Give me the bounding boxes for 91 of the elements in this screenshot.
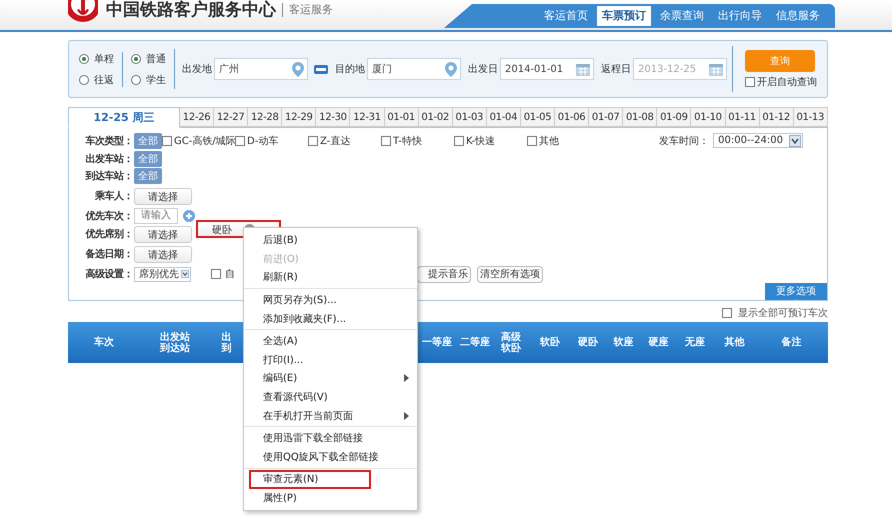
checkbox-label: 自: [225, 268, 235, 282]
field-label: 出发日: [468, 62, 498, 76]
checkbox-label: 其他: [539, 134, 559, 148]
input-field[interactable]: 请输入: [134, 208, 178, 224]
select-button[interactable]: 请选择: [134, 226, 192, 243]
field-label: 目的地: [335, 62, 365, 76]
column-header: 二等座: [460, 337, 490, 348]
column-header: 软座: [614, 337, 634, 348]
column-header: 出 到: [222, 332, 232, 354]
column-header: 车次: [94, 337, 114, 348]
input-field[interactable]: 厦门: [367, 58, 461, 80]
field-label: 返程日: [601, 62, 631, 76]
more-options-button[interactable]: 更多选项: [765, 283, 827, 300]
menu-item[interactable]: 查看源代码(V): [244, 388, 417, 406]
column-header: 一等座: [422, 337, 452, 348]
option-button[interactable]: 提示音乐: [417, 266, 471, 283]
option-button[interactable]: 清空所有选项: [477, 266, 543, 283]
column-header: 高级 软卧: [501, 332, 521, 354]
date-tab[interactable]: 01-12: [760, 107, 794, 127]
field-label: 到达车站：: [84, 169, 133, 184]
nav-tab[interactable]: 出行向导: [713, 6, 767, 26]
chip-label: 硬卧: [212, 224, 232, 238]
radio-label: 普通: [146, 52, 166, 66]
field-label: 发车时间：: [659, 134, 710, 148]
date-tab[interactable]: 12-26: [180, 107, 214, 127]
menu-item[interactable]: 使用QQ旋风下载全部链接: [244, 448, 417, 466]
menu-item[interactable]: 添加到收藏夹(F)...: [244, 309, 417, 328]
date-tab[interactable]: 12-28: [248, 107, 282, 127]
field-label: 出发地: [182, 62, 212, 76]
date-tab[interactable]: 01-09: [657, 107, 692, 127]
checkbox-label: Z-直达: [320, 134, 350, 148]
field-label: 高级设置：: [84, 267, 133, 282]
menu-item[interactable]: 在手机打开当前页面: [244, 406, 417, 425]
date-tab[interactable]: 01-01: [384, 107, 419, 127]
menu-item[interactable]: 网页另存为(S)...: [244, 290, 417, 310]
date-tab[interactable]: 01-08: [623, 107, 658, 127]
date-tab[interactable]: 01-07: [589, 107, 624, 127]
time-select[interactable]: 00:00--24:00: [713, 133, 803, 148]
radio-label: 学生: [146, 74, 166, 86]
site-title: 中国铁路客户服务中心: [106, 0, 276, 20]
field-label: 车次类型：: [84, 134, 133, 148]
field-label: 优先车次：: [84, 209, 133, 223]
select-button[interactable]: 请选择: [134, 188, 192, 205]
field-label: 出发车站：: [84, 152, 133, 166]
date-tab[interactable]: 01-10: [691, 107, 726, 127]
date-tab[interactable]: 12-27: [214, 107, 248, 127]
date-tab[interactable]: 01-06: [555, 107, 590, 127]
field-label: 备选日期：: [84, 248, 133, 262]
nav-tab[interactable]: 信息服务: [771, 6, 825, 26]
date-tab[interactable]: 01-04: [486, 107, 521, 127]
checkbox-label: K-快速: [466, 134, 496, 148]
column-header: 软卧: [540, 337, 560, 348]
column-header: 其他: [724, 337, 744, 348]
checkbox-label: 显示全部可预订车次: [738, 306, 828, 320]
column-header: 硬卧: [578, 337, 598, 348]
priority-select[interactable]: 席别优先: [134, 266, 191, 282]
date-tab[interactable]: 12-30: [316, 107, 350, 127]
select-button[interactable]: 请选择: [134, 246, 192, 263]
nav-tab[interactable]: 余票查询: [655, 6, 709, 26]
checkbox-label: T-特快: [393, 134, 422, 148]
date-tab[interactable]: 12-29: [282, 107, 316, 127]
column-header: 备注: [782, 337, 802, 348]
menu-item[interactable]: 使用迅雷下载全部链接: [244, 428, 417, 448]
date-tab[interactable]: 01-05: [520, 107, 556, 127]
date-tab[interactable]: 12-31: [350, 107, 385, 127]
menu-item[interactable]: 刷新(R): [244, 268, 417, 287]
date-tab[interactable]: 01-11: [726, 107, 760, 127]
checkbox-label: D-动车: [247, 134, 278, 148]
column-header: 无座: [685, 337, 705, 348]
field-label: 乘车人：: [94, 189, 133, 204]
date-tab[interactable]: 01-13: [794, 107, 828, 127]
radio-label: 往返: [94, 74, 114, 86]
nav-tab[interactable]: 客运首页: [539, 6, 593, 26]
column-header: 硬座: [648, 337, 668, 348]
field-label: 优先席别：: [84, 227, 133, 242]
input-field[interactable]: 2014-01-01: [500, 58, 594, 80]
date-tab[interactable]: 01-02: [418, 107, 453, 127]
column-header: 出发站 到达站: [160, 332, 190, 354]
menu-item[interactable]: 打印(I)...: [244, 350, 417, 370]
radio-label: 单程: [94, 52, 114, 66]
input-field[interactable]: 广州: [214, 58, 308, 80]
checkbox-label: 开启自动查询: [757, 76, 817, 88]
site-subtitle: 客运服务: [282, 3, 333, 17]
menu-item[interactable]: 全选(A): [244, 332, 417, 351]
menu-item[interactable]: 审查元素(N): [249, 470, 371, 489]
menu-item[interactable]: 属性(P): [244, 488, 417, 508]
date-tab[interactable]: 12-25 周三: [68, 107, 180, 128]
checkbox-label: GC-高铁/城际: [174, 134, 236, 148]
nav-tab[interactable]: 车票预订: [597, 6, 651, 26]
menu-item[interactable]: 编码(E): [244, 369, 417, 388]
date-tab[interactable]: 01-03: [452, 107, 487, 127]
